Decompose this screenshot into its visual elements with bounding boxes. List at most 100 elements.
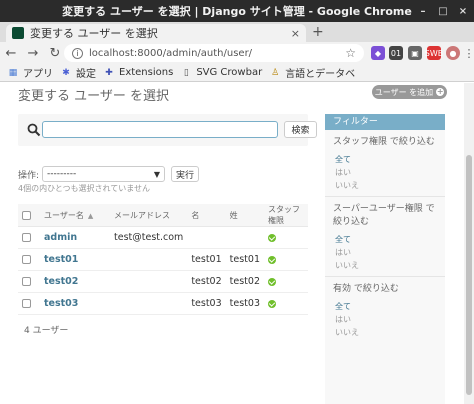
last-name-cell: test01 [225, 248, 264, 271]
bookmark-svg-crowbar[interactable]: ▯ SVG Crowbar [181, 67, 262, 78]
filter-title: フィルター [325, 114, 445, 130]
profile-avatar[interactable]: ● [446, 46, 460, 60]
filter-group-title: 有効 で絞り込む [333, 284, 399, 294]
filter-option-no[interactable]: いいえ [333, 259, 437, 272]
minimize-icon[interactable]: – [416, 4, 430, 18]
tab-strip: 変更する ユーザー を選択 × + [0, 22, 474, 42]
scrollbar-thumb[interactable] [466, 155, 472, 395]
table-row: admin test@test.com [18, 226, 308, 249]
page-title: 変更する ユーザー を選択 [18, 89, 170, 104]
filter-option-yes[interactable]: はい [333, 313, 437, 326]
actions-label: 操作: [18, 171, 40, 181]
check-icon [268, 255, 276, 264]
window-titlebar: 変更する ユーザー を選択 | Django サイト管理 - Google Ch… [0, 0, 474, 22]
column-header-staff[interactable]: スタッフ権限 [264, 204, 308, 227]
django-favicon-icon [12, 27, 24, 39]
results-table: ユーザー名 ▲ メールアドレス 名 姓 スタッフ権限 admin test@tes… [18, 204, 308, 315]
username-link[interactable]: test02 [44, 276, 78, 287]
table-row: test02 test02 test02 [18, 270, 308, 293]
filter-option-all[interactable]: 全て [333, 153, 437, 166]
bookmark-settings[interactable]: ✱ 設定 [61, 65, 96, 81]
first-name-cell: test03 [187, 292, 226, 315]
row-checkbox[interactable] [22, 299, 31, 308]
row-checkbox[interactable] [22, 233, 31, 242]
run-action-button[interactable]: 実行 [171, 166, 199, 182]
filter-sidebar: フィルター スタッフ権限 で絞り込む 全て はい いいえ スーパーユーザー権限 … [325, 114, 445, 404]
gear-icon: ✱ [62, 67, 70, 78]
apps-grid-icon: ▦ [8, 67, 18, 78]
search-input[interactable] [42, 121, 278, 138]
bookmark-languages[interactable]: ♙ 言語とデータベ [270, 65, 355, 81]
close-icon[interactable]: × [456, 4, 470, 18]
window-controls: – □ × [416, 4, 470, 18]
extension-icon[interactable]: ▣ [408, 46, 422, 60]
first-name-cell [187, 226, 226, 249]
url-text: localhost:8000/admin/auth/user/ [89, 47, 253, 59]
info-icon[interactable]: i [72, 47, 83, 59]
paginator: 4 ユーザー [24, 326, 69, 336]
back-icon[interactable]: ← [0, 46, 22, 61]
email-cell [110, 270, 188, 293]
filter-option-all[interactable]: 全て [333, 233, 437, 246]
column-header-email[interactable]: メールアドレス [110, 204, 188, 227]
selection-counter: 4個の内ひとつも選択されていません [18, 184, 151, 193]
check-icon [268, 233, 276, 242]
email-cell [110, 248, 188, 271]
first-name-cell: test01 [187, 248, 226, 271]
tab-title: 変更する ユーザー を選択 [30, 27, 158, 40]
column-header-username[interactable]: ユーザー名 ▲ [40, 204, 110, 227]
sort-arrow-icon[interactable]: ▲ [88, 212, 93, 220]
last-name-cell [225, 226, 264, 249]
address-bar[interactable]: i localhost:8000/admin/auth/user/ ☆ [64, 44, 364, 62]
forward-icon[interactable]: → [22, 46, 44, 61]
select-all-checkbox[interactable] [22, 210, 31, 220]
filter-group-active: 有効 で絞り込む 全て はい いいえ [325, 277, 445, 343]
bookmarks-bar: ▦ アプリ ✱ 設定 ✚ Extensions ▯ SVG Crowbar ♙ … [0, 64, 474, 82]
filter-group-staff: スタッフ権限 で絞り込む 全て はい いいえ [325, 130, 445, 197]
filter-option-no[interactable]: いいえ [333, 179, 437, 192]
row-checkbox[interactable] [22, 277, 31, 286]
filter-group-superuser: スーパーユーザー権限 で絞り込む 全て はい いいえ [325, 197, 445, 277]
row-checkbox[interactable] [22, 255, 31, 264]
new-tab-icon[interactable]: + [312, 24, 324, 40]
last-name-cell: test03 [225, 292, 264, 315]
window-title: 変更する ユーザー を選択 | Django サイト管理 - Google Ch… [62, 5, 412, 18]
column-header-first-name[interactable]: 名 [187, 204, 226, 227]
filter-option-no[interactable]: いいえ [333, 326, 437, 339]
document-icon: ▯ [183, 67, 189, 78]
extension-icon[interactable]: ◆ [371, 46, 385, 60]
browser-tab[interactable]: 変更する ユーザー を選択 × [6, 24, 306, 42]
search-bar: 検索 [18, 114, 317, 146]
bookmark-apps[interactable]: ▦ アプリ [8, 65, 53, 81]
extension-badge-2[interactable]: SWB [425, 46, 443, 60]
extension-badge-1[interactable]: 01 [389, 46, 403, 60]
maximize-icon[interactable]: □ [436, 4, 450, 18]
tab-close-icon[interactable]: × [291, 27, 300, 40]
add-user-button[interactable]: ユーザー を追加 + [372, 85, 447, 99]
reload-icon[interactable]: ↻ [44, 46, 66, 61]
username-link[interactable]: test01 [44, 254, 78, 265]
filter-option-yes[interactable]: はい [333, 246, 437, 259]
page-scrollbar[interactable] [464, 83, 474, 404]
check-icon [268, 299, 276, 308]
plus-icon: + [436, 87, 445, 96]
column-header-last-name[interactable]: 姓 [225, 204, 264, 227]
menu-kebab-icon[interactable]: ⋮ [462, 46, 474, 60]
filter-option-all[interactable]: 全て [333, 300, 437, 313]
flask-icon: ♙ [271, 67, 280, 78]
first-name-cell: test02 [187, 270, 226, 293]
username-link[interactable]: admin [44, 232, 77, 243]
page-content: 変更する ユーザー を選択 ユーザー を追加 + 検索 操作: --------… [0, 83, 474, 404]
filter-group-title: スーパーユーザー権限 で絞り込む [333, 204, 435, 227]
email-cell [110, 292, 188, 315]
select-all-cell [18, 204, 40, 227]
action-select[interactable]: --------- ▼ [42, 166, 165, 182]
username-link[interactable]: test03 [44, 298, 78, 309]
filter-option-yes[interactable]: はい [333, 166, 437, 179]
bookmark-extensions[interactable]: ✚ Extensions [104, 67, 173, 78]
bookmark-star-icon[interactable]: ☆ [345, 46, 356, 60]
filter-group-title: スタッフ権限 で絞り込む [333, 137, 435, 147]
search-button[interactable]: 検索 [284, 121, 317, 138]
check-icon [268, 277, 276, 286]
browser-toolbar: ← → ↻ i localhost:8000/admin/auth/user/ … [0, 42, 474, 64]
